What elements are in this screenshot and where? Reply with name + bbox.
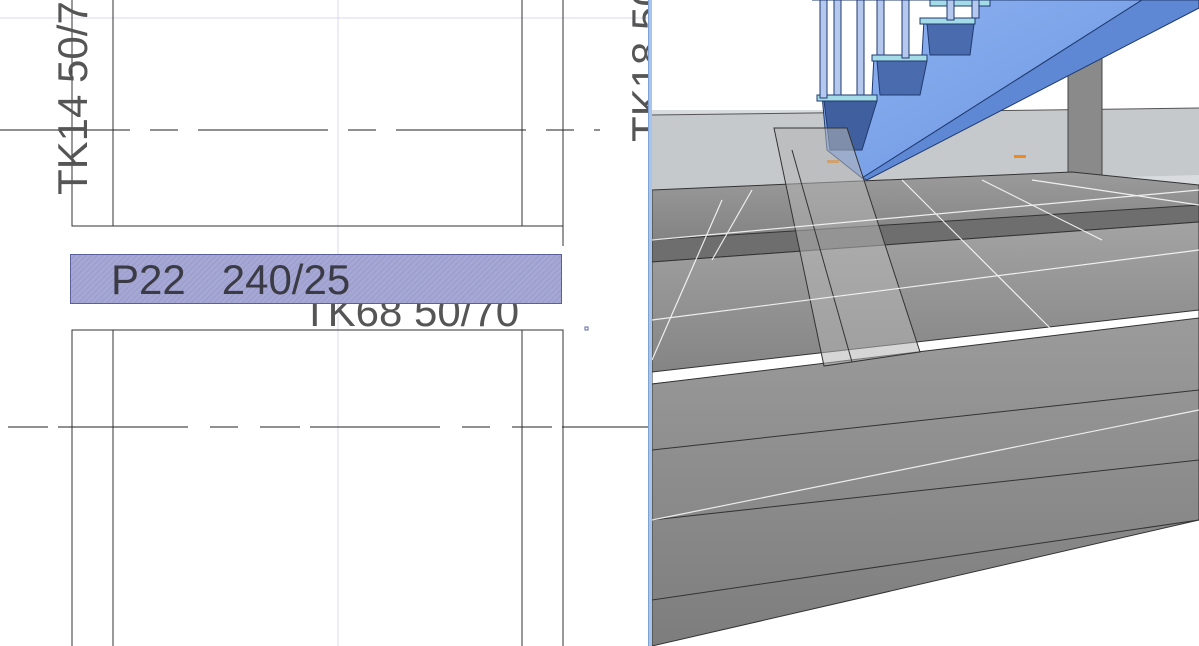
marker-3d-2 [1014, 155, 1026, 158]
beam-id: P22 [111, 256, 186, 303]
selected-beam-p22[interactable]: P22 240/25 [70, 254, 562, 304]
3d-scene [652, 0, 1199, 646]
3d-view[interactable] [652, 0, 1199, 646]
beam-label-tk18: TK18 50/70 [623, 0, 648, 142]
beam-dimensions: 240/25 [221, 256, 351, 303]
plan-view[interactable]: TK14 50/70 TK18 50/70 TK68 50/70 P22240/… [0, 0, 648, 646]
beam-label-tk14: TK14 50/70 [49, 0, 96, 195]
selected-beam-label: P22 240/25 [111, 259, 350, 301]
